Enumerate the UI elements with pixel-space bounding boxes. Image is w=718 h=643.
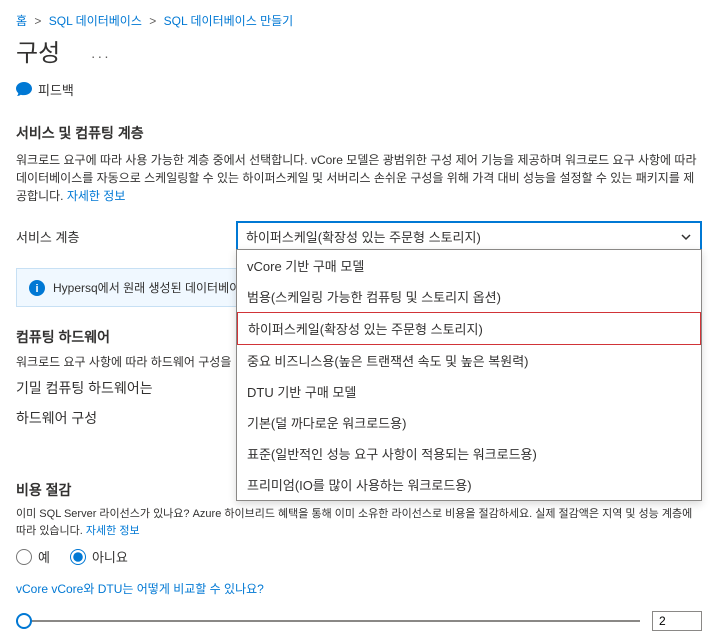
- feedback-button[interactable]: 피드백: [16, 80, 74, 99]
- feedback-label: 피드백: [38, 80, 74, 99]
- vcore-slider[interactable]: [16, 611, 640, 631]
- radio-no-input[interactable]: [70, 549, 86, 565]
- slider-track: [16, 620, 640, 622]
- breadcrumb-separator: >: [34, 14, 41, 28]
- service-tier-section-title: 서비스 및 컴퓨팅 계층: [16, 123, 702, 143]
- radio-yes-input[interactable]: [16, 549, 32, 565]
- radio-no-label: 아니요: [92, 547, 128, 566]
- service-tier-label: 서비스 계층: [16, 221, 236, 246]
- page-title: 구성 ···: [16, 33, 702, 68]
- breadcrumb-create-db[interactable]: SQL 데이터베이스 만들기: [164, 14, 294, 28]
- svg-text:i: i: [35, 283, 38, 295]
- dropdown-option: DTU 기반 구매 모델: [237, 376, 701, 407]
- dropdown-option[interactable]: 중요 비즈니스용(높은 트랜잭션 속도 및 높은 복원력): [237, 345, 701, 376]
- vcore-slider-value[interactable]: [652, 611, 702, 631]
- compare-vcore-dtu-link[interactable]: vCore vCore와 DTU는 어떻게 비교할 수 있나요?: [16, 580, 702, 597]
- breadcrumb-sql-db[interactable]: SQL 데이터베이스: [49, 14, 142, 28]
- dropdown-option[interactable]: 프리미엄(IO를 많이 사용하는 워크로드용): [237, 469, 701, 500]
- dropdown-option[interactable]: 범용(스케일링 가능한 컴퓨팅 및 스토리지 옵션): [237, 281, 701, 312]
- page-title-dots[interactable]: ···: [91, 48, 111, 64]
- info-banner-text: Hypersq에서 원래 생성된 데이터베이스: [53, 279, 251, 296]
- service-tier-description: 워크로드 요구에 따라 사용 가능한 계층 중에서 선택합니다. vCore 모…: [16, 151, 702, 205]
- feedback-icon: [16, 82, 32, 98]
- info-icon: i: [29, 280, 45, 296]
- dropdown-option[interactable]: 하이퍼스케일(확장성 있는 주문형 스토리지): [237, 312, 701, 345]
- radio-yes[interactable]: 예: [16, 547, 50, 566]
- radio-yes-label: 예: [38, 547, 50, 566]
- dropdown-option[interactable]: 표준(일반적인 성능 요구 사항이 적용되는 워크로드용): [237, 438, 701, 469]
- dropdown-option: vCore 기반 구매 모델: [237, 250, 701, 281]
- page-title-text: 구성: [16, 40, 60, 67]
- cost-more-info-link[interactable]: 자세한 정보: [86, 525, 140, 537]
- cost-savings-desc: 이미 SQL Server 라이선스가 있나요? Azure 하이브리드 혜택을…: [16, 506, 702, 539]
- dropdown-option[interactable]: 기본(덜 까다로운 워크로드용): [237, 407, 701, 438]
- breadcrumb-separator: >: [149, 14, 156, 28]
- service-tier-selected: 하이퍼스케일(확장성 있는 주문형 스토리지): [246, 227, 481, 246]
- slider-thumb[interactable]: [16, 613, 32, 629]
- breadcrumb-home[interactable]: 홈: [16, 14, 27, 28]
- breadcrumb: 홈 > SQL 데이터베이스 > SQL 데이터베이스 만들기: [16, 12, 702, 29]
- more-info-link[interactable]: 자세한 정보: [67, 189, 126, 203]
- service-tier-dropdown[interactable]: 하이퍼스케일(확장성 있는 주문형 스토리지): [236, 221, 702, 252]
- chevron-down-icon: [680, 231, 692, 243]
- service-tier-dropdown-list: vCore 기반 구매 모델범용(스케일링 가능한 컴퓨팅 및 스토리지 옵션)…: [236, 249, 702, 501]
- radio-no[interactable]: 아니요: [70, 547, 128, 566]
